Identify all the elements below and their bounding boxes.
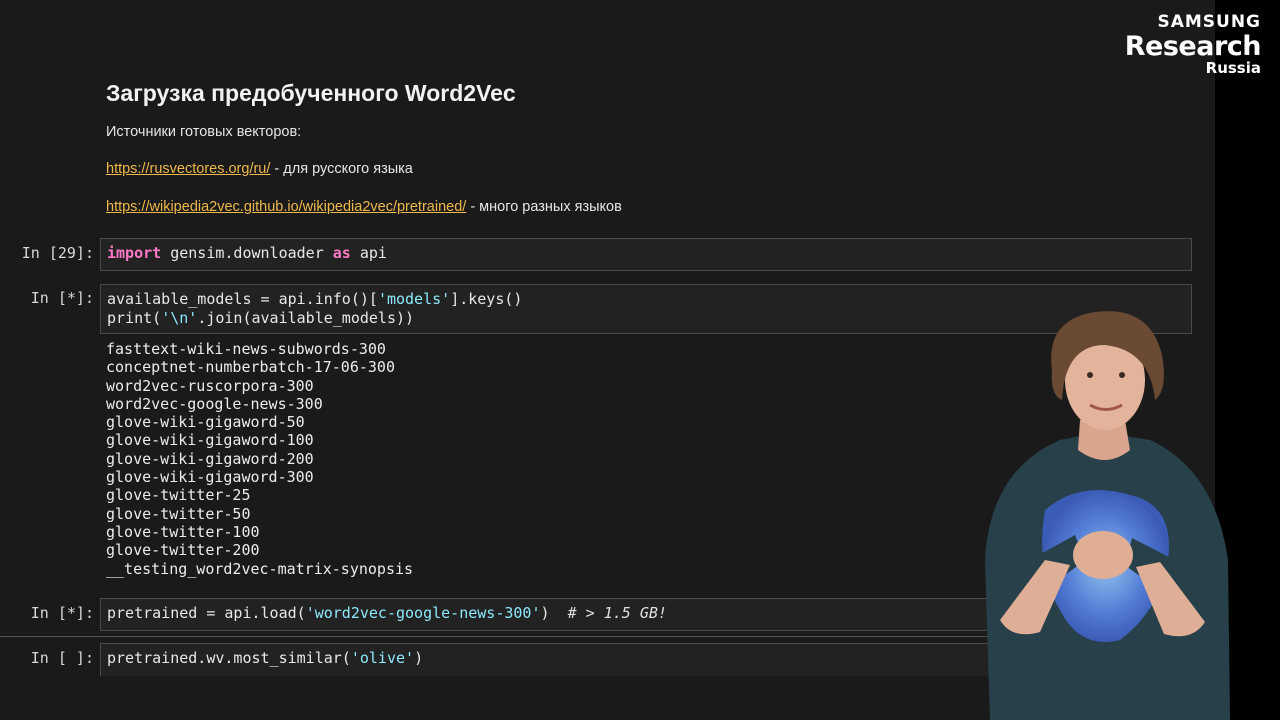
code-line: available_models = api.info()[ [107,290,378,308]
brand-line-research: Research [1124,31,1262,62]
code-comment: # > 1.5 GB! [567,604,667,622]
code-line: ) [540,604,568,622]
list-item: glove-wiki-gigaword-300 [106,468,314,487]
list-item: glove-twitter-200 [106,541,260,560]
code-string: 'models' [377,290,451,308]
brand-line-russia: Russia [1205,59,1261,77]
rusvectores-link[interactable]: https://rusvectores.org/ru/ [106,161,270,177]
source-rusvectores: https://rusvectores.org/ru/ - для русско… [106,161,413,177]
code-line: ].keys() [450,290,523,308]
list-item: glove-wiki-gigaword-100 [106,431,314,450]
code-string: '\n' [161,308,198,327]
list-item: glove-twitter-100 [106,522,260,541]
wikipedia2vec-link[interactable]: https://wikipedia2vec.github.io/wikipedi… [106,199,466,215]
keyword-import: import [107,244,162,262]
cell-prompt-1: In [29]: [21,244,94,262]
markdown-title: Загрузка предобученного Word2Vec [106,80,516,106]
rusvectores-description: - для русского языка [270,161,413,177]
code-string: 'word2vec-google-news-300' [305,604,541,622]
code-line: print( [107,308,162,327]
cell-prompt-3: In [*]: [30,604,94,622]
list-item: glove-twitter-25 [106,486,251,505]
list-item: glove-twitter-50 [106,504,251,523]
code-cell-available-models[interactable]: available_models = api.info()['models'].… [100,284,1192,334]
source-wikipedia2vec: https://wikipedia2vec.github.io/wikipedi… [106,199,622,215]
wikipedia2vec-description: - много разных языков [466,199,622,215]
list-item: word2vec-ruscorpora-300 [106,376,314,395]
list-item: conceptnet-numberbatch-17-06-300 [106,358,395,377]
list-item: glove-wiki-gigaword-200 [106,449,314,468]
list-item: word2vec-google-news-300 [106,394,323,413]
code-line: ) [414,649,424,667]
keyword-as: as [332,244,351,262]
notebook-area: Загрузка предобученного Word2Vec Источни… [0,0,1215,720]
code-cell-import[interactable]: import gensim.downloader as api [100,238,1192,271]
list-item: fasttext-wiki-news-subwords-300 [106,340,386,358]
code-string: 'olive' [350,649,415,667]
samsung-research-logo: SAMSUNG Research Russia [1124,12,1262,77]
cell-divider [0,636,1200,637]
code-line: .join(available_models)) [197,308,415,327]
list-item: __testing_word2vec-matrix-synopsis [106,559,414,578]
cell-prompt-4: In [ ]: [30,649,94,667]
brand-line-samsung: SAMSUNG [1157,12,1261,32]
code-line: pretrained = api.load( [107,604,306,622]
sources-label: Источники готовых векторов: [106,124,302,140]
cell-prompt-2: In [*]: [30,289,94,307]
module-alias: api [350,244,387,262]
code-line: pretrained.wv.most_similar( [107,649,351,667]
code-cell-load-pretrained[interactable]: pretrained = api.load('word2vec-google-n… [100,598,1192,631]
code-cell-most-similar[interactable]: pretrained.wv.most_similar('olive') [100,643,1192,676]
cell-output-model-list: fasttext-wiki-news-subwords-300 conceptn… [106,340,413,578]
list-item: glove-wiki-gigaword-50 [106,413,305,432]
module-name: gensim.downloader [161,244,333,262]
